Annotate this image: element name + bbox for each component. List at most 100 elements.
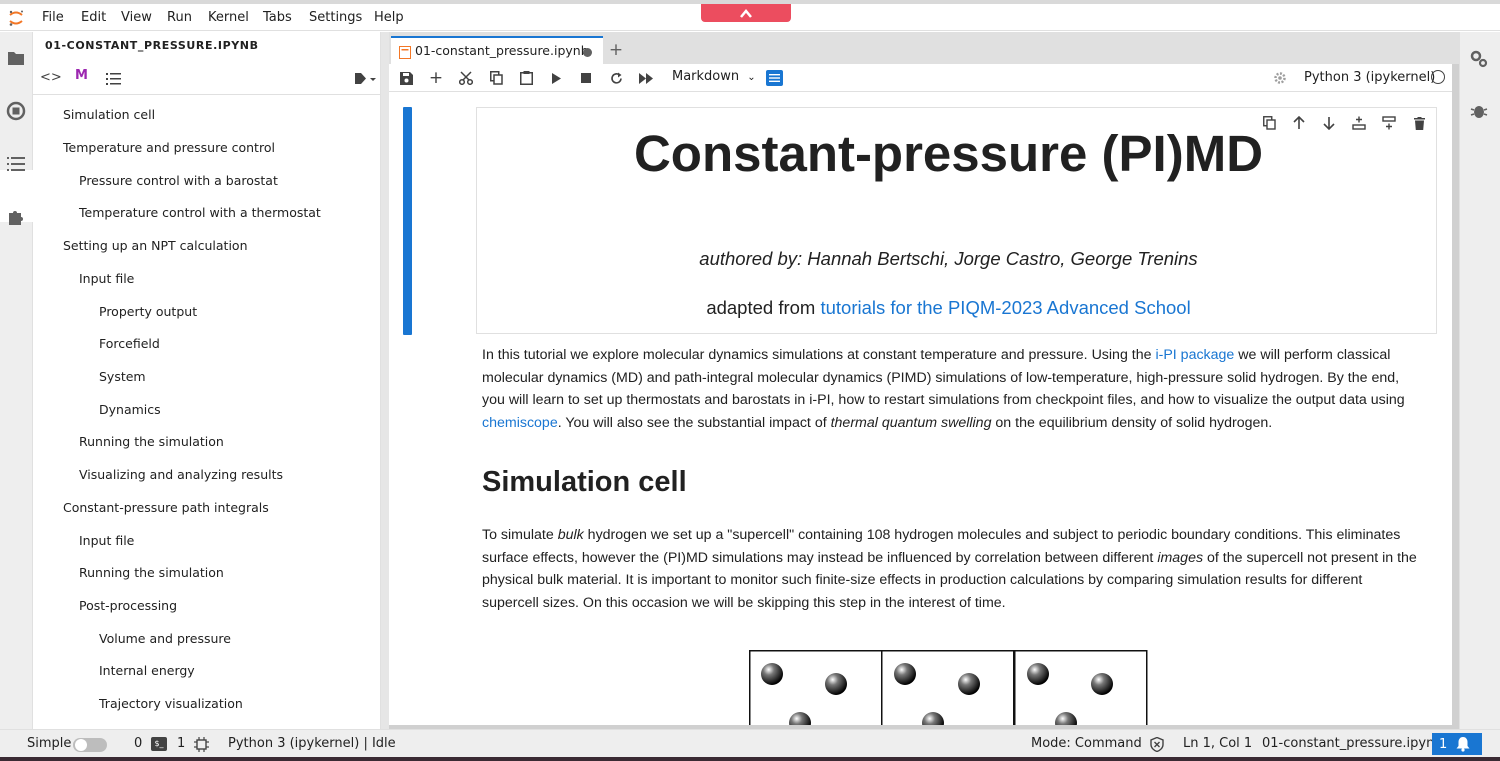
terminal-icon[interactable]: $_ <box>151 737 167 751</box>
left-sidebar-tabs <box>0 32 33 729</box>
menu-run[interactable]: Run <box>167 10 192 25</box>
toc-item-npt-calculation[interactable]: Setting up an NPT calculation <box>63 238 248 253</box>
sim-emphasis-images: images <box>1157 549 1204 566</box>
menu-bar: File Edit View Run Kernel Tabs Settings … <box>0 4 1500 31</box>
simple-mode-label: Simple <box>27 736 72 751</box>
status-bar: Simple 0 $_ 1 Python 3 (ipykernel) | Idl… <box>0 729 1500 757</box>
menu-file[interactable]: File <box>42 10 64 25</box>
right-sidebar-tabs <box>1459 32 1500 729</box>
toc-item-visualizing-results[interactable]: Visualizing and analyzing results <box>79 467 283 482</box>
toc-item-system[interactable]: System <box>99 369 146 384</box>
restart-kernel-icon[interactable] <box>607 70 625 86</box>
simulation-cell-heading: Simulation cell <box>482 466 687 498</box>
toc-item-input-file-2[interactable]: Input file <box>79 533 134 548</box>
running-sessions-icon[interactable] <box>5 100 27 122</box>
toc-item-internal-energy[interactable]: Internal energy <box>99 663 195 678</box>
markdown-toggle-icon[interactable]: M <box>75 68 88 83</box>
toc-item-running-simulation-2[interactable]: Running the simulation <box>79 565 224 580</box>
tab-notebook[interactable]: 01-constant_pressure.ipynb <box>391 36 603 65</box>
piqm-tutorials-link[interactable]: tutorials for the PIQM-2023 Advanced Sch… <box>820 297 1190 318</box>
chevron-down-icon: ⌄ <box>747 72 756 83</box>
unsaved-dot-icon[interactable] <box>583 48 592 57</box>
intro-paragraph: In this tutorial we explore molecular dy… <box>482 344 1422 434</box>
notification-count: 1 <box>1439 737 1448 752</box>
adapted-prefix: adapted from <box>706 297 821 318</box>
notebook-title: Constant-pressure (PI)MD <box>633 125 1264 182</box>
numbered-list-icon[interactable] <box>106 72 121 86</box>
extensions-puzzle-icon[interactable] <box>5 206 27 228</box>
toc-item-temperature-pressure-control[interactable]: Temperature and pressure control <box>63 140 275 155</box>
menu-tabs[interactable]: Tabs <box>263 10 292 25</box>
property-inspector-toggle-icon[interactable] <box>766 70 783 86</box>
toc-item-running-simulation[interactable]: Running the simulation <box>79 434 224 449</box>
ipi-package-link[interactable]: i-PI package <box>1155 347 1234 363</box>
toc-item-simulation-cell[interactable]: Simulation cell <box>63 107 155 122</box>
toc-item-pressure-control-barostat[interactable]: Pressure control with a barostat <box>79 173 278 188</box>
kernel-count[interactable]: 1 <box>177 736 185 751</box>
save-icon[interactable] <box>397 70 415 86</box>
menu-kernel[interactable]: Kernel <box>208 10 249 25</box>
menu-view[interactable]: View <box>121 10 152 25</box>
restart-run-all-icon[interactable] <box>637 70 655 86</box>
property-inspector-gears-icon[interactable] <box>1469 49 1489 69</box>
toggle-knob <box>75 739 87 751</box>
menu-settings[interactable]: Settings <box>309 10 362 25</box>
chevron-up-icon <box>740 9 752 18</box>
adapted-from-line: adapted from tutorials for the PIQM-2023… <box>476 297 1421 319</box>
intro-text-4: on the equilibrium density of solid hydr… <box>991 414 1273 431</box>
active-cell-indicator[interactable] <box>403 107 412 335</box>
authors-line: authored by: Hannah Bertschi, Jorge Cast… <box>699 248 1198 269</box>
toc-item-temperature-control-thermostat[interactable]: Temperature control with a thermostat <box>79 205 321 220</box>
toc-item-forcefield[interactable]: Forcefield <box>99 336 160 351</box>
toc-item-input-file[interactable]: Input file <box>79 271 134 286</box>
menu-help[interactable]: Help <box>374 10 404 25</box>
status-filename: 01-constant_pressure.ipynb <box>1262 736 1443 751</box>
notebook-vertical-scrollbar[interactable] <box>1452 64 1459 729</box>
table-of-contents-panel: 01-CONSTANT_PRESSURE.IPYNB <> M Simulati… <box>33 32 381 729</box>
cut-icon[interactable] <box>457 70 475 86</box>
run-cell-icon[interactable] <box>547 70 565 86</box>
launcher-pull-tab[interactable] <box>701 4 791 22</box>
simulation-cell-paragraph: To simulate bulk hydrogen we set up a "s… <box>482 524 1422 614</box>
interrupt-kernel-icon[interactable] <box>577 70 595 86</box>
kernel-settings-gear-icon[interactable] <box>1273 71 1287 85</box>
toc-item-volume-pressure[interactable]: Volume and pressure <box>99 631 231 646</box>
tab-label: 01-constant_pressure.ipynb <box>415 43 589 58</box>
toc-item-trajectory-visualization[interactable]: Trajectory visualization <box>99 696 243 711</box>
simple-mode-toggle[interactable] <box>73 738 107 752</box>
tag-filter-icon[interactable] <box>354 72 376 86</box>
cell-type-value: Markdown <box>672 69 740 84</box>
paste-icon[interactable] <box>517 70 535 86</box>
cell-type-select[interactable]: Markdown ⌄ <box>672 69 756 84</box>
terminal-count[interactable]: 0 <box>134 736 142 751</box>
bell-icon <box>1456 737 1470 752</box>
toc-item-post-processing[interactable]: Post-processing <box>79 598 177 613</box>
chemiscope-link[interactable]: chemiscope <box>482 415 558 431</box>
menu-edit[interactable]: Edit <box>81 10 106 25</box>
code-toggle-icon[interactable]: <> <box>40 70 62 85</box>
toc-item-dynamics[interactable]: Dynamics <box>99 402 161 417</box>
insert-cell-icon[interactable]: + <box>427 68 445 88</box>
jupyter-logo-icon <box>9 10 23 26</box>
panel-splitter[interactable] <box>381 32 389 729</box>
toc-item-property-output[interactable]: Property output <box>99 304 197 319</box>
intro-emphasis: thermal quantum swelling <box>830 414 992 431</box>
toc-toolbar: <> M <box>33 65 380 95</box>
trusted-shield-icon[interactable] <box>1150 737 1164 752</box>
notebook-toolbar: + Markdown ⌄ Python 3 (ipykernel) <box>389 64 1452 92</box>
folder-icon[interactable] <box>5 47 27 69</box>
kernel-status-text[interactable]: Python 3 (ipykernel) | Idle <box>228 736 396 751</box>
window-bottom-border <box>0 757 1500 761</box>
notifications-button[interactable]: 1 <box>1432 733 1482 755</box>
table-of-contents-icon[interactable] <box>5 153 27 175</box>
add-tab-button[interactable]: + <box>604 38 628 62</box>
copy-icon[interactable] <box>487 70 505 86</box>
debugger-bug-icon[interactable] <box>1470 102 1488 120</box>
notebook-file-icon <box>399 46 411 59</box>
kernel-name[interactable]: Python 3 (ipykernel) <box>1304 70 1435 85</box>
intro-text-1: In this tutorial we explore molecular dy… <box>482 347 1156 363</box>
toc-item-constant-pressure-path-integrals[interactable]: Constant-pressure path integrals <box>63 500 269 515</box>
cursor-position[interactable]: Ln 1, Col 1 <box>1183 736 1252 751</box>
supercell-illustration <box>749 650 1148 730</box>
kernel-chip-icon[interactable] <box>194 737 209 752</box>
